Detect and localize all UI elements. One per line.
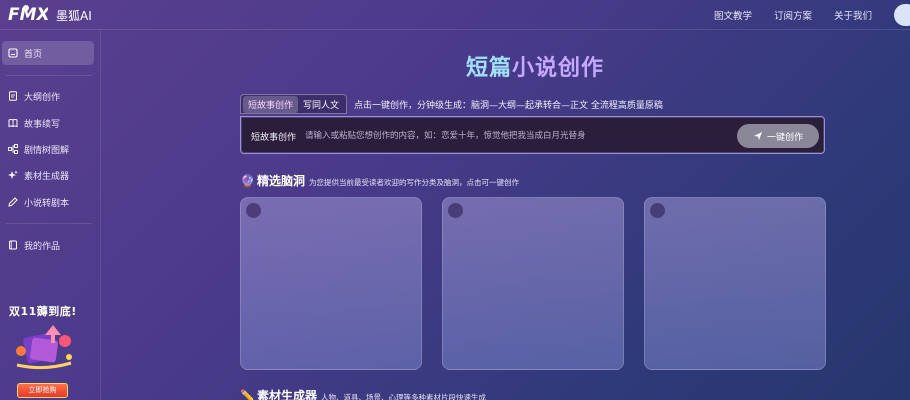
promo-title: 双11薅到底! (9, 305, 77, 318)
card-avatar (650, 203, 665, 218)
sidebar-item-home[interactable]: 首页 (2, 41, 94, 65)
nav-tutorial-link[interactable]: 图文教学 (714, 8, 752, 22)
brainstorm-card[interactable] (442, 197, 624, 370)
pencil-icon: ✏️ (240, 389, 255, 400)
section-description: 为您提供当前最受读者欢迎的写作分类及脑洞，点击可一键创作 (308, 178, 519, 187)
input-label: 短故事创作 (251, 133, 297, 143)
section-title: 素材生成器 (256, 389, 317, 400)
sidebar-item-continue[interactable]: 故事续写 (2, 111, 94, 135)
brainstorm-card[interactable] (240, 197, 422, 370)
sparkle-icon (8, 170, 18, 180)
sidebar-item-label: 大纲创作 (24, 92, 61, 103)
page-title-part1: 短篇 (466, 56, 513, 81)
story-input-box: 短故事创作 一键创作 (240, 116, 825, 154)
pen-icon (8, 197, 18, 207)
sidebar-item-label: 小说转剧本 (24, 198, 70, 209)
crystal-ball-icon: 🔮 (240, 174, 255, 188)
sidebar-item-material[interactable]: 素材生成器 (2, 163, 94, 187)
promo-illustration[interactable] (9, 321, 79, 373)
create-button-label: 一键创作 (766, 132, 803, 143)
page-title: 短篇小说创作 (466, 50, 604, 82)
tab-description: 点击一键创作，分钟级生成：脑洞—大纲—起承转合—正文 全流程高质量原稿 (354, 100, 663, 111)
sidebar-item-label: 剧情树图解 (24, 145, 70, 156)
sidebar-divider (6, 223, 92, 224)
send-icon (753, 132, 762, 140)
sidebar-item-my-works[interactable]: 我的作品 (2, 233, 94, 257)
card-avatar (448, 203, 463, 218)
sidebar-item-outline[interactable]: 大纲创作 (2, 84, 94, 108)
top-nav: 图文教学 订阅方案 关于我们 (714, 8, 872, 22)
top-header: FMX 墨狐AI 图文教学 订阅方案 关于我们 (0, 0, 910, 30)
card-avatar (246, 203, 261, 218)
brainstorm-card[interactable] (644, 197, 826, 370)
page-title-part2: 小说创作 (512, 56, 605, 81)
app-name: 墨狐AI (56, 9, 92, 23)
logo-icon[interactable]: FMX (8, 3, 48, 25)
one-click-create-button[interactable]: 一键创作 (737, 124, 819, 148)
tab-short-story[interactable]: 短故事创作 (243, 95, 299, 113)
document-icon (8, 91, 18, 101)
tab-fanfiction[interactable]: 写同人文 (298, 96, 344, 113)
sidebar-item-label: 首页 (24, 49, 43, 60)
home-icon (8, 48, 18, 58)
section-brainstorm-header: 🔮 精选脑洞 为您提供当前最受读者欢迎的写作分类及脑洞，点击可一键创作 (240, 172, 519, 189)
book-icon (8, 118, 18, 128)
mode-tabs: 短故事创作 写同人文 (240, 94, 348, 114)
sidebar-divider (6, 75, 92, 76)
sidebar: 首页 大纲创作 故事续写 剧情树图解 素材生成器 小说转剧本 我的作品 双11薅… (0, 31, 101, 400)
sidebar-item-label: 素材生成器 (24, 171, 70, 182)
section-description: 人物、道具、场景、心理等多种素材片段快速生成 (320, 393, 486, 400)
sidebar-item-label: 故事续写 (24, 119, 61, 130)
nav-subscription-link[interactable]: 订阅方案 (774, 8, 812, 22)
folder-icon (8, 240, 18, 250)
story-prompt-input[interactable] (305, 126, 725, 146)
section-material-header: ✏️ 素材生成器 人物、道具、场景、心理等多种素材片段快速生成 (240, 387, 486, 400)
section-title: 精选脑洞 (256, 174, 305, 188)
sidebar-item-script[interactable]: 小说转剧本 (2, 190, 94, 214)
promo-buy-button[interactable]: 立即抢购 (17, 383, 68, 398)
login-button[interactable] (894, 4, 910, 26)
mode-tabs-row: 短故事创作 写同人文 点击一键创作，分钟级生成：脑洞—大纲—起承转合—正文 全流… (240, 94, 663, 114)
sidebar-item-label: 我的作品 (24, 241, 61, 252)
sidebar-item-plot-tree[interactable]: 剧情树图解 (2, 137, 94, 161)
nav-about-link[interactable]: 关于我们 (834, 8, 872, 22)
tree-icon (8, 144, 18, 154)
